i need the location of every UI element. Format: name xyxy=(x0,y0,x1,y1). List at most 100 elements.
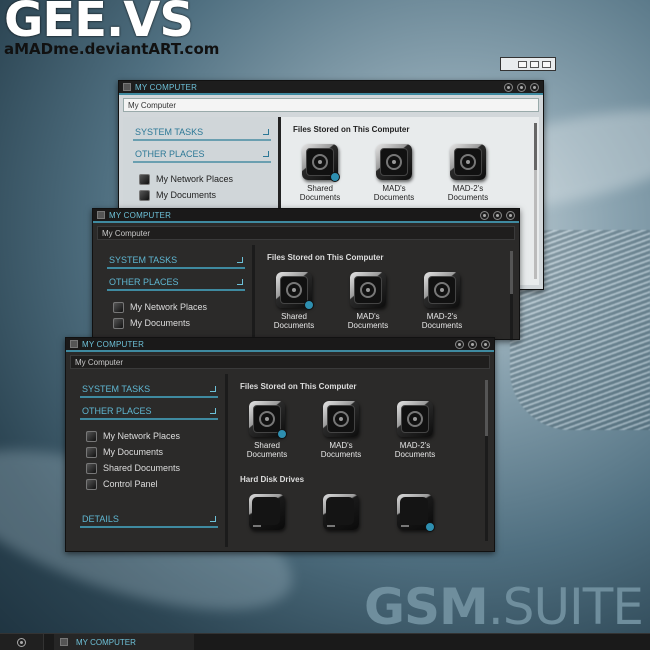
explorer-window-front[interactable]: MY COMPUTER My Computer SYSTEM TASKS OTH… xyxy=(65,337,495,552)
title-bar[interactable]: MY COMPUTER xyxy=(66,338,494,352)
other-places-label: OTHER PLACES xyxy=(82,406,152,416)
share-icon xyxy=(425,522,435,532)
maximize-icon[interactable] xyxy=(517,83,526,92)
place-link-shared[interactable]: Shared Documents xyxy=(80,460,218,476)
file-label: MAD's Documents xyxy=(373,184,415,202)
brand-logo: GEE.VS aMADme.deviantART.com xyxy=(4,0,219,58)
files-grid: Shared Documents MAD's Documents MAD-2's… xyxy=(267,272,515,330)
file-item-shared[interactable]: Shared Documents xyxy=(293,144,347,202)
maximize-icon[interactable] xyxy=(493,211,502,220)
place-label: My Network Places xyxy=(156,174,234,184)
files-header: Files Stored on This Computer xyxy=(267,253,384,262)
vertical-scrollbar[interactable] xyxy=(485,380,488,541)
file-item-shared[interactable]: Shared Documents xyxy=(267,272,321,330)
taskbar: MY COMPUTER xyxy=(0,633,650,650)
network-icon xyxy=(86,430,97,442)
place-label: My Network Places xyxy=(130,302,208,312)
computer-icon xyxy=(60,638,68,646)
vertical-scrollbar[interactable] xyxy=(534,123,537,279)
brand-credit-site: .deviantART.com xyxy=(78,40,220,58)
scroll-thumb[interactable] xyxy=(534,123,537,170)
place-link-documents[interactable]: My Documents xyxy=(107,315,245,331)
address-bar[interactable]: My Computer xyxy=(97,226,515,240)
folder-icon xyxy=(397,401,433,437)
file-item-mad[interactable]: MAD's Documents xyxy=(314,401,368,459)
window-body: SYSTEM TASKS OTHER PLACES My Network Pla… xyxy=(70,374,490,547)
share-icon xyxy=(304,300,314,310)
place-link-network[interactable]: My Network Places xyxy=(107,299,245,315)
file-item-mad2[interactable]: MAD-2's Documents xyxy=(441,144,495,202)
mini-window-button[interactable] xyxy=(530,60,539,68)
mini-window-button[interactable] xyxy=(518,60,527,68)
file-item-shared[interactable]: Shared Documents xyxy=(240,401,294,459)
other-places-header[interactable]: OTHER PLACES xyxy=(80,406,218,420)
file-label: MAD-2's Documents xyxy=(447,184,489,202)
collapse-icon[interactable] xyxy=(263,129,269,135)
shared-documents-icon xyxy=(86,462,97,474)
folder-icon xyxy=(323,401,359,437)
mini-window-tab[interactable] xyxy=(500,57,556,71)
close-icon[interactable] xyxy=(530,83,539,92)
vertical-scrollbar[interactable] xyxy=(510,251,513,339)
file-item-mad2[interactable]: MAD-2's Documents xyxy=(415,272,469,330)
task-pane: SYSTEM TASKS OTHER PLACES My Network Pla… xyxy=(97,245,255,339)
other-places-label: OTHER PLACES xyxy=(109,277,179,287)
address-bar[interactable]: My Computer xyxy=(70,355,490,369)
brand-credit: aMADme.deviantART.com xyxy=(4,40,219,58)
place-link-control-panel[interactable]: Control Panel xyxy=(80,476,218,492)
hard-drive-icon xyxy=(249,494,285,530)
address-bar[interactable]: My Computer xyxy=(123,98,539,112)
computer-icon xyxy=(123,83,131,91)
files-header: Files Stored on This Computer xyxy=(293,125,410,134)
watermark-main: GSM xyxy=(364,578,489,636)
collapse-icon[interactable] xyxy=(263,151,269,157)
window-title: MY COMPUTER xyxy=(135,82,198,92)
title-bar[interactable]: MY COMPUTER xyxy=(119,81,543,95)
collapse-icon[interactable] xyxy=(210,386,216,392)
place-link-documents[interactable]: My Documents xyxy=(133,187,271,203)
file-item-mad[interactable]: MAD's Documents xyxy=(367,144,421,202)
taskbar-task[interactable]: MY COMPUTER xyxy=(54,633,194,650)
system-tasks-header[interactable]: SYSTEM TASKS xyxy=(107,255,245,269)
other-places-header[interactable]: OTHER PLACES xyxy=(107,277,245,291)
collapse-icon[interactable] xyxy=(237,257,243,263)
title-accent-line xyxy=(119,93,543,95)
system-tasks-header[interactable]: SYSTEM TASKS xyxy=(133,127,271,141)
collapse-icon[interactable] xyxy=(237,279,243,285)
network-icon xyxy=(113,301,124,313)
folder-icon xyxy=(424,272,460,308)
folder-icon xyxy=(302,144,340,182)
folder-icon xyxy=(249,401,287,439)
file-label: MAD's Documents xyxy=(347,312,389,330)
close-icon[interactable] xyxy=(506,211,515,220)
minimize-icon[interactable] xyxy=(504,83,513,92)
start-button[interactable] xyxy=(0,633,44,650)
place-label: My Network Places xyxy=(103,431,181,441)
maximize-icon[interactable] xyxy=(468,340,477,349)
file-item-mad2[interactable]: MAD-2's Documents xyxy=(388,401,442,459)
close-icon[interactable] xyxy=(481,340,490,349)
mini-window-button[interactable] xyxy=(542,60,551,68)
system-tasks-header[interactable]: SYSTEM TASKS xyxy=(80,384,218,398)
place-link-network[interactable]: My Network Places xyxy=(80,428,218,444)
collapse-icon[interactable] xyxy=(210,408,216,414)
explorer-window-middle[interactable]: MY COMPUTER My Computer SYSTEM TASKS OTH… xyxy=(92,208,520,340)
drive-item[interactable] xyxy=(314,494,368,530)
place-link-network[interactable]: My Network Places xyxy=(133,171,271,187)
window-title: MY COMPUTER xyxy=(109,210,172,220)
scroll-thumb[interactable] xyxy=(485,380,488,437)
drive-item[interactable] xyxy=(240,494,294,530)
place-link-documents[interactable]: My Documents xyxy=(80,444,218,460)
title-bar[interactable]: MY COMPUTER xyxy=(93,209,519,223)
drives-grid xyxy=(240,494,490,532)
content-pane: Files Stored on This Computer Shared Doc… xyxy=(255,245,515,339)
scroll-thumb[interactable] xyxy=(510,251,513,294)
details-header[interactable]: DETAILS xyxy=(80,514,218,528)
other-places-header[interactable]: OTHER PLACES xyxy=(133,149,271,163)
minimize-icon[interactable] xyxy=(480,211,489,220)
drive-item[interactable] xyxy=(388,494,442,532)
collapse-icon[interactable] xyxy=(210,516,216,522)
content-pane: Files Stored on This Computer Shared Doc… xyxy=(228,374,490,547)
file-item-mad[interactable]: MAD's Documents xyxy=(341,272,395,330)
minimize-icon[interactable] xyxy=(455,340,464,349)
